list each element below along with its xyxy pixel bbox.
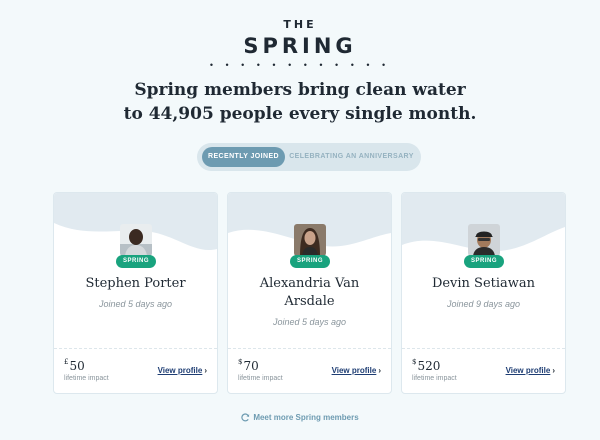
avatar (468, 224, 500, 256)
impact-amount: $70 (238, 358, 259, 373)
spring-badge: SPRING (464, 255, 504, 268)
headline-line-2: to 44,905 people every single month. (123, 104, 477, 124)
spring-logo: THE SPRING • • • • • • • • • • • • (0, 18, 600, 70)
spring-badge: SPRING (290, 255, 330, 268)
person-photo-icon (468, 224, 500, 256)
avatar (294, 224, 326, 256)
person-photo-icon (120, 224, 152, 256)
impact-label: lifetime impact (412, 375, 457, 382)
logo-the-text: THE (283, 18, 317, 31)
page-headline: Spring members bring clean water to 44,9… (0, 78, 600, 126)
view-profile-link[interactable]: View profile › (506, 366, 555, 375)
refresh-icon (241, 413, 250, 422)
member-name: Stephen Porter (85, 276, 186, 291)
impact-amount: $520 (412, 358, 440, 373)
card-divider (54, 348, 217, 349)
avatar (120, 224, 152, 256)
joined-date: Joined 9 days ago (446, 299, 521, 309)
spring-badge: SPRING (116, 255, 156, 268)
person-photo-icon (294, 224, 326, 256)
view-profile-label[interactable]: View profile (332, 366, 377, 375)
view-profile-link[interactable]: View profile › (332, 366, 381, 375)
member-card: SPRING Alexandria Van Arsdale Joined 5 d… (227, 192, 392, 394)
tab-recently-joined[interactable]: RECENTLY JOINED (202, 147, 285, 167)
view-profile-label[interactable]: View profile (158, 366, 203, 375)
view-profile-label[interactable]: View profile (506, 366, 551, 375)
headline-line-1: Spring members bring clean water (134, 80, 466, 100)
member-name: Devin Setiawan (431, 276, 536, 291)
currency-symbol: $ (412, 358, 417, 366)
logo-spring-text: SPRING (243, 34, 357, 58)
currency-symbol: £ (64, 358, 69, 366)
view-profile-link[interactable]: View profile › (158, 366, 207, 375)
impact-label: lifetime impact (238, 375, 283, 382)
impact-value: 50 (69, 359, 85, 373)
currency-symbol: $ (238, 358, 243, 366)
impact-label: lifetime impact (64, 375, 109, 382)
impact-amount: £50 (64, 358, 85, 373)
card-divider (402, 348, 565, 349)
meet-more-members-link[interactable]: Meet more Spring members (0, 413, 600, 422)
joined-date: Joined 5 days ago (98, 299, 173, 309)
logo-dots: • • • • • • • • • • • • (209, 60, 391, 70)
member-card: SPRING Stephen Porter Joined 5 days ago … (53, 192, 218, 394)
chevron-right-icon: › (378, 366, 381, 375)
joined-date: Joined 5 days ago (272, 317, 347, 327)
tab-celebrating-anniversary[interactable]: CELEBRATING AN ANNIVERSARY (289, 147, 414, 167)
member-name: Alexandria Van Arsdale (259, 276, 360, 309)
chevron-right-icon: › (552, 366, 555, 375)
impact-value: 520 (417, 359, 441, 373)
impact-value: 70 (243, 359, 259, 373)
chevron-right-icon: › (204, 366, 207, 375)
card-divider (228, 348, 391, 349)
member-filter-tabs: RECENTLY JOINED CELEBRATING AN ANNIVERSA… (197, 143, 421, 171)
member-card: SPRING Devin Setiawan Joined 9 days ago … (401, 192, 566, 394)
meet-more-label[interactable]: Meet more Spring members (253, 413, 358, 422)
